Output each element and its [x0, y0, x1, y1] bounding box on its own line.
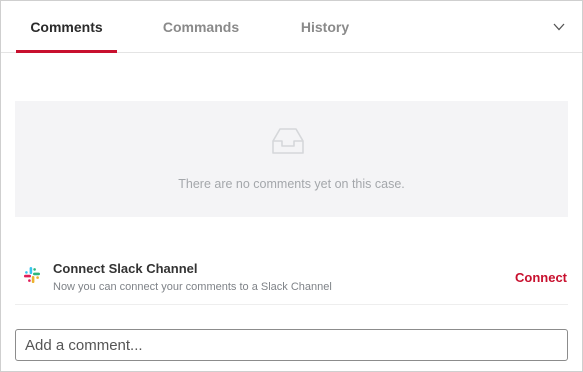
- connect-slack-button[interactable]: Connect: [515, 270, 567, 285]
- comment-input[interactable]: [15, 329, 568, 361]
- tab-commands-label: Commands: [162, 18, 240, 35]
- chevron-down-icon[interactable]: [550, 18, 568, 36]
- tab-commands[interactable]: Commands: [151, 1, 251, 52]
- slack-title: Connect Slack Channel: [53, 261, 198, 276]
- slack-icon: [23, 266, 41, 284]
- comments-panel: Comments Commands History There are no c…: [0, 0, 583, 372]
- tab-bar: Comments Commands History: [1, 1, 582, 53]
- inbox-tray-icon: [271, 123, 305, 157]
- slack-description: Now you can connect your comments to a S…: [53, 281, 332, 293]
- tab-comments-label: Comments: [30, 18, 103, 35]
- empty-state-message: There are no comments yet on this case.: [178, 177, 405, 191]
- tab-history[interactable]: History: [288, 1, 362, 52]
- slack-connect-row: Connect Slack Channel Now you can connec…: [15, 251, 568, 305]
- empty-comments-state: There are no comments yet on this case.: [15, 101, 568, 217]
- tab-history-label: History: [300, 18, 350, 35]
- tab-comments[interactable]: Comments: [16, 1, 117, 53]
